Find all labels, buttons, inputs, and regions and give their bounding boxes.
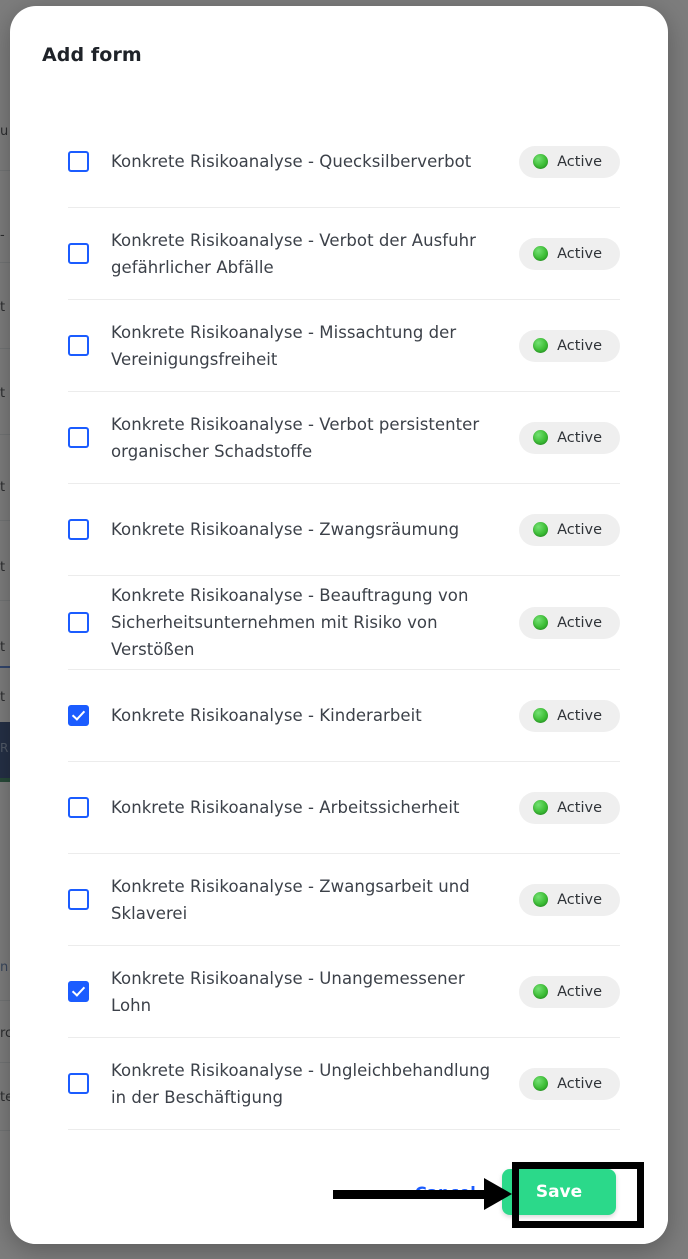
status-badge-label: Active: [557, 891, 602, 908]
form-list-item-label: Konkrete Risikoanalyse - Kinderarbeit: [111, 706, 422, 725]
form-list-item-label: Konkrete Risikoanalyse - Zwangsräumung: [111, 520, 460, 539]
form-list-item-label: Konkrete Risikoanalyse - Unangemessener …: [111, 968, 465, 1015]
checkbox-unchecked[interactable]: [68, 519, 89, 540]
status-badge-label: Active: [557, 1075, 602, 1092]
form-list-item[interactable]: Konkrete Risikoanalyse - Ungleichbehandl…: [68, 1038, 620, 1130]
form-list-item-label: Konkrete Risikoanalyse - Ungleichbehandl…: [111, 1060, 491, 1107]
status-badge: Active: [519, 145, 620, 178]
status-badge: Active: [519, 237, 620, 270]
form-list: Konkrete Risikoanalyse - Quecksilberverb…: [10, 116, 668, 1130]
form-list-item[interactable]: Konkrete Risikoanalyse - Missachtung der…: [68, 300, 620, 392]
form-list-item[interactable]: Konkrete Risikoanalyse - Arbeitssicherhe…: [68, 762, 620, 854]
form-list-item[interactable]: Konkrete Risikoanalyse - Unangemessener …: [68, 946, 620, 1038]
status-badge-label: Active: [557, 245, 602, 262]
form-list-item[interactable]: Konkrete Risikoanalyse - Quecksilberverb…: [68, 116, 620, 208]
status-badge-label: Active: [557, 153, 602, 170]
form-list-item-label: Konkrete Risikoanalyse - Verbot persiste…: [111, 414, 480, 461]
status-dot-icon: [533, 430, 549, 445]
status-badge: Active: [519, 791, 620, 824]
modal-footer: Cancel Save: [10, 1148, 668, 1244]
checkbox-unchecked[interactable]: [68, 151, 89, 172]
status-badge: Active: [519, 329, 620, 362]
status-badge-label: Active: [557, 337, 602, 354]
checkbox-checked[interactable]: [68, 981, 89, 1002]
checkbox-unchecked[interactable]: [68, 612, 89, 633]
page-title: Add form: [42, 44, 142, 66]
checkbox-unchecked[interactable]: [68, 335, 89, 356]
status-badge-label: Active: [557, 614, 602, 631]
form-list-item[interactable]: Konkrete Risikoanalyse - Beauftragung vo…: [68, 576, 620, 670]
status-dot-icon: [533, 246, 549, 261]
cancel-button[interactable]: Cancel: [415, 1183, 476, 1202]
status-dot-icon: [533, 615, 549, 630]
status-badge: Active: [519, 883, 620, 916]
status-dot-icon: [533, 338, 549, 353]
status-badge-label: Active: [557, 799, 602, 816]
form-list-item-label: Konkrete Risikoanalyse - Zwangsarbeit un…: [111, 876, 470, 923]
status-dot-icon: [533, 892, 549, 907]
status-badge: Active: [519, 421, 620, 454]
status-badge-label: Active: [557, 983, 602, 1000]
form-list-item[interactable]: Konkrete Risikoanalyse - Zwangsarbeit un…: [68, 854, 620, 946]
status-badge-label: Active: [557, 707, 602, 724]
status-badge: Active: [519, 606, 620, 639]
status-dot-icon: [533, 522, 549, 537]
checkbox-unchecked[interactable]: [68, 427, 89, 448]
form-list-scroll-area[interactable]: Konkrete Risikoanalyse - Quecksilberverb…: [10, 116, 668, 1148]
status-dot-icon: [533, 984, 549, 999]
status-badge-label: Active: [557, 429, 602, 446]
form-list-item-label: Konkrete Risikoanalyse - Beauftragung vo…: [111, 586, 469, 659]
status-badge: Active: [519, 699, 620, 732]
screen: u - t t t t t t R n rc te Add form Konkr…: [0, 0, 688, 1259]
status-badge: Active: [519, 513, 620, 546]
status-dot-icon: [533, 708, 549, 723]
status-dot-icon: [533, 1076, 549, 1091]
checkbox-unchecked[interactable]: [68, 797, 89, 818]
status-dot-icon: [533, 800, 549, 815]
status-badge: Active: [519, 975, 620, 1008]
form-list-item[interactable]: Konkrete Risikoanalyse - Verbot persiste…: [68, 392, 620, 484]
status-badge-label: Active: [557, 521, 602, 538]
add-form-modal: Add form Konkrete Risikoanalyse - Quecks…: [10, 6, 668, 1244]
checkbox-unchecked[interactable]: [68, 243, 89, 264]
form-list-item-label: Konkrete Risikoanalyse - Verbot der Ausf…: [111, 230, 476, 277]
checkbox-unchecked[interactable]: [68, 1073, 89, 1094]
status-badge: Active: [519, 1067, 620, 1100]
form-list-item-label: Konkrete Risikoanalyse - Missachtung der…: [111, 322, 457, 369]
form-list-item[interactable]: Konkrete Risikoanalyse - Kinderarbeit Act…: [68, 670, 620, 762]
status-dot-icon: [533, 154, 549, 169]
form-list-item-label: Konkrete Risikoanalyse - Quecksilberverb…: [111, 152, 472, 171]
form-list-item[interactable]: Konkrete Risikoanalyse - Verbot der Ausf…: [68, 208, 620, 300]
form-list-item-label: Konkrete Risikoanalyse - Arbeitssicherhe…: [111, 798, 460, 817]
form-list-item[interactable]: Konkrete Risikoanalyse - Zwangsräumung Ac…: [68, 484, 620, 576]
checkbox-checked[interactable]: [68, 705, 89, 726]
checkbox-unchecked[interactable]: [68, 889, 89, 910]
save-button[interactable]: Save: [502, 1169, 616, 1215]
